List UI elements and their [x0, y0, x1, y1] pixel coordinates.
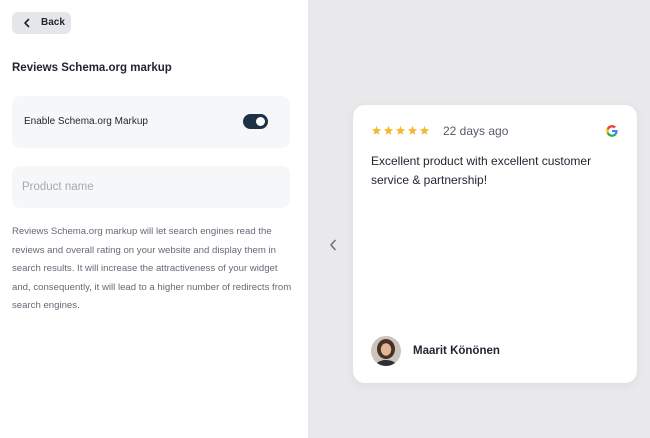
star-icon [383, 125, 394, 135]
review-card: 22 days ago Excellent product with excel… [353, 105, 637, 383]
star-icon [407, 125, 418, 135]
section-title: Reviews Schema.org markup [12, 62, 172, 74]
back-label: Back [41, 17, 65, 28]
schema-toggle-row: Enable Schema.org Markup [12, 96, 290, 148]
avatar [371, 336, 401, 366]
schema-toggle-label: Enable Schema.org Markup [24, 116, 148, 127]
review-text: Excellent product with excellent custome… [371, 154, 592, 187]
google-icon [606, 125, 618, 137]
review-date: 22 days ago [443, 124, 509, 138]
schema-description: Reviews Schema.org markup will let searc… [12, 226, 292, 311]
prev-review-button[interactable] [326, 238, 340, 252]
back-button[interactable]: Back [12, 12, 71, 34]
review-author: Maarit Könönen [413, 345, 500, 357]
schema-toggle[interactable] [243, 114, 268, 129]
star-icon [395, 125, 406, 135]
product-name-input[interactable] [12, 166, 290, 208]
star-icon [371, 125, 382, 135]
rating-stars [371, 125, 430, 136]
chevron-left-icon [24, 18, 30, 28]
toggle-knob [256, 117, 265, 126]
settings-panel: Back Reviews Schema.org markup Enable Sc… [0, 0, 308, 438]
star-icon [419, 125, 430, 135]
